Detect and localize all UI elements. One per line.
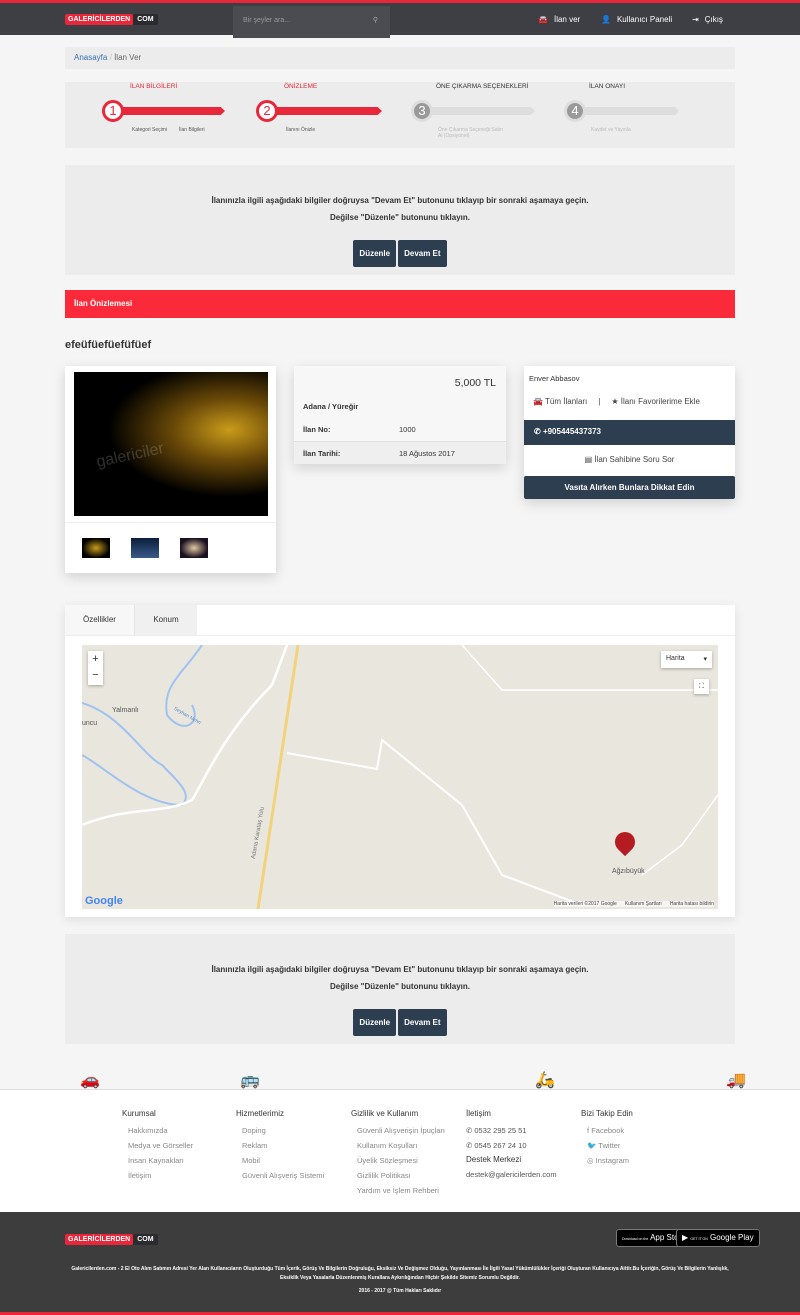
search-icon[interactable]: ⚲ [373,16,378,24]
footer-link[interactable]: Yardım ve İşlem Rehberi [357,1183,445,1198]
fullscreen-icon[interactable]: ⛶ [694,679,709,694]
footer-link[interactable]: İnsan Kaynakları [128,1153,193,1168]
logo[interactable]: GALERİCİLERDEN COM [65,12,158,26]
facebook-icon: f [587,1126,590,1135]
footer-link[interactable]: Hakkımızda [128,1123,193,1138]
listing-details: 5,000 TL Adana / Yüreğir İlan No: 1000 İl… [294,366,506,464]
contact-whatsapp[interactable]: ✆ 0545 267 24 10 [466,1138,557,1153]
footer-link[interactable]: Mobil [242,1153,324,1168]
footer-link[interactable]: İletişim [128,1168,193,1183]
progress-steps: 1 İLAN BİLGİLERİ Kategori Seçimi İlan Bilgi… [65,82,735,148]
copyright: 2016 - 2017 @ Tüm Hakları Saklıdır [358,1288,442,1294]
report-error-link[interactable]: Harita hatası bildirin [670,901,714,907]
seller-card: Enver Abbasov 🚘 Tüm İlanları | ★ İlanı F… [524,366,735,499]
user-icon: 👤 [601,15,611,24]
preview-header: İlan Önizlemesi [65,290,735,318]
phone-icon: ✆ [466,1126,473,1135]
footer-link[interactable]: Reklam [242,1138,324,1153]
footer-link[interactable]: Güvenli Alışverişin İpuçları [357,1123,445,1138]
scooter-icon: 🛵 [535,1072,555,1089]
instagram-icon: ◎ [587,1156,594,1165]
footer-link[interactable]: Gizlilik Politikası [357,1168,445,1183]
google-play-button[interactable]: ▶ GET IT ON Google Play [676,1229,760,1247]
instagram-link[interactable]: ◎ Instagram [587,1153,633,1168]
support-email[interactable]: destek@galericilerden.com [466,1167,557,1182]
thumbnail[interactable] [82,538,110,558]
twitter-link[interactable]: 🐦 Twitter [587,1138,633,1153]
footer-link[interactable]: Kullanım Koşulları [357,1138,445,1153]
bus-icon: 🚌 [240,1072,260,1089]
thumbnail[interactable] [180,538,208,558]
footer-logo[interactable]: GALERİCİLERDEN COM [65,1232,158,1246]
contact-phone[interactable]: ✆ 0532 295 25 51 [466,1123,557,1138]
tips-button[interactable]: Vasıta Alırken Bunlara Dikkat Edin [524,476,735,499]
edit-button[interactable]: Düzenle [353,240,397,267]
nav-user-panel[interactable]: 👤 Kullanıcı Paneli [601,15,672,24]
phone-button[interactable]: ✆ +905445437373 [524,420,735,445]
edit-button[interactable]: Düzenle [353,1009,397,1036]
tab-panel: Özellikler Konum + − Harita ▾ ⛶ Yalmanlı u… [65,605,735,917]
listing-title: efeüfüefüefüfüef [65,339,152,351]
play-icon: ▶ [682,1233,689,1242]
notice-box-bottom: İlanınızla ilgili aşağıdaki bilgiler doğ… [65,934,735,1044]
continue-button[interactable]: Devam Et [398,240,447,267]
car-icon: 🚘 [538,15,548,24]
terms-link[interactable]: Kullanım Şartları [625,901,662,907]
footer-bottom: GALERİCİLERDEN COM Download on the App St… [0,1212,800,1315]
continue-button[interactable]: Devam Et [398,1009,447,1036]
footer-link[interactable]: Medya ve Görseller [128,1138,193,1153]
vehicle-icons-strip: 🚗 🚌 🛵 🚚 [0,1070,800,1090]
thumbnail[interactable] [131,538,159,558]
main-image[interactable]: galericiler [74,372,268,516]
breadcrumb: Anasayfa / İlan Ver [65,47,735,69]
price: 5,000 TL [454,377,496,389]
car-icon: 🚗 [80,1072,100,1089]
add-favorite-link[interactable]: ★ İlanı Favorilerime Ekle [611,397,700,406]
image-gallery: galericiler [65,366,276,573]
footer-links: Kurumsal Hakkımızda Medya ve Görseller İnsa… [0,1090,800,1212]
logout-icon: ⇥ [692,15,699,24]
ask-seller-button[interactable]: ▤ İlan Sahibine Soru Sor [524,455,735,464]
star-icon: ★ [611,397,619,406]
whatsapp-icon: ✆ [466,1141,473,1150]
truck-icon: 🚚 [726,1072,746,1089]
facebook-link[interactable]: f Facebook [587,1123,633,1138]
breadcrumb-home[interactable]: Anasayfa [74,53,107,62]
map[interactable]: + − Harita ▾ ⛶ Yalmanlı uncu Ağzıbüyük Ada… [82,645,718,909]
top-header: GALERİCİLERDEN COM Bir şeyler ara... ⚲ 🚘 İl… [0,0,800,38]
zoom-controls: + − [88,651,103,685]
disclaimer: Galericilerden.com - 2 El Oto Alım Satım… [71,1266,729,1281]
tab-location[interactable]: Konum [135,605,197,635]
footer-link[interactable]: Üyelik Sözleşmesi [357,1153,445,1168]
nav-post-ad[interactable]: 🚘 İlan ver [538,15,580,24]
footer-link[interactable]: Güvenli Alışveriş Sistemi [242,1168,324,1183]
phone-icon: ✆ [534,427,541,436]
seller-name: Enver Abbasov [529,374,580,383]
all-ads-link[interactable]: 🚘 Tüm İlanları [533,397,587,406]
message-icon: ▤ [584,455,593,464]
zoom-out-button[interactable]: − [88,667,103,683]
footer-link[interactable]: Doping [242,1123,324,1138]
map-type-select[interactable]: Harita ▾ [661,651,712,668]
car-icon: 🚘 [533,397,543,406]
search-input[interactable]: Bir şeyler ara... ⚲ [233,6,390,38]
twitter-icon: 🐦 [587,1141,597,1150]
notice-box-top: İlanınızla ilgili aşağıdaki bilgiler doğ… [65,165,735,275]
nav-logout[interactable]: ⇥ Çıkış [692,15,723,24]
zoom-in-button[interactable]: + [88,651,103,667]
tab-features[interactable]: Özellikler [65,605,135,635]
